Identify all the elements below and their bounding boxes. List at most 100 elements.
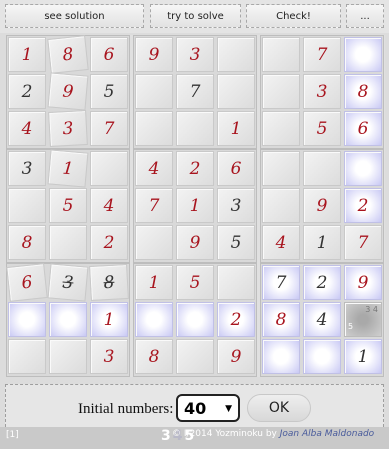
sudoku-cell[interactable]: 4 xyxy=(303,302,341,337)
sudoku-cell[interactable]: 7 xyxy=(135,188,173,223)
sudoku-cell[interactable] xyxy=(49,339,87,374)
sudoku-cell[interactable]: 9 xyxy=(344,265,382,300)
cell-value: 2 xyxy=(189,158,201,179)
sudoku-cell[interactable] xyxy=(262,111,300,146)
cell-candidates: 3 4 xyxy=(365,305,378,314)
sudoku-cell[interactable]: 1 xyxy=(8,37,46,72)
sudoku-cell[interactable] xyxy=(262,151,300,186)
sudoku-cell[interactable]: 4 xyxy=(262,225,300,260)
sudoku-cell[interactable]: 1 xyxy=(217,111,255,146)
sudoku-cell[interactable]: 2 xyxy=(303,265,341,300)
sudoku-cell[interactable] xyxy=(217,37,255,72)
sudoku-cell[interactable]: 2 xyxy=(8,74,46,109)
sudoku-cell[interactable]: 2 xyxy=(344,188,382,223)
sudoku-cell[interactable] xyxy=(176,302,214,337)
sudoku-cell[interactable]: 7 xyxy=(262,265,300,300)
sudoku-cell[interactable]: 5 xyxy=(303,111,341,146)
sudoku-cell[interactable] xyxy=(135,225,173,260)
initial-numbers-label: Initial numbers: xyxy=(78,401,174,417)
sudoku-cell[interactable] xyxy=(217,74,255,109)
sudoku-cell[interactable]: 1 xyxy=(47,149,89,188)
sudoku-cell[interactable]: 7 xyxy=(90,111,128,146)
sudoku-cell[interactable] xyxy=(90,151,128,186)
sudoku-cell[interactable] xyxy=(303,339,341,374)
sudoku-cell[interactable] xyxy=(8,188,46,223)
see-solution-button[interactable]: see solution xyxy=(5,4,144,28)
sudoku-cell[interactable]: 7 xyxy=(176,74,214,109)
sudoku-cell[interactable]: 3 xyxy=(90,339,128,374)
sudoku-cell[interactable]: 3 xyxy=(217,188,255,223)
sudoku-cell[interactable] xyxy=(303,151,341,186)
sudoku-cell[interactable]: 4 xyxy=(135,151,173,186)
ok-button[interactable]: OK xyxy=(247,394,311,422)
sudoku-cell[interactable] xyxy=(344,151,382,186)
sudoku-cell[interactable] xyxy=(176,339,214,374)
sudoku-cell[interactable]: 6 xyxy=(344,111,382,146)
sudoku-cell[interactable]: 3 xyxy=(48,110,88,147)
check-button[interactable]: Check! xyxy=(246,4,341,28)
sudoku-cell[interactable]: 3 xyxy=(303,74,341,109)
sudoku-cell[interactable]: 1 xyxy=(135,265,173,300)
sudoku-cell[interactable]: 1 xyxy=(303,225,341,260)
sudoku-cell[interactable]: 9 xyxy=(135,37,173,72)
sudoku-cell[interactable]: 9 xyxy=(303,188,341,223)
try-to-solve-button[interactable]: try to solve xyxy=(150,4,241,28)
sudoku-cell[interactable]: 5 xyxy=(49,188,87,223)
initial-numbers-select[interactable]: 40 ▼ xyxy=(176,394,240,422)
sudoku-cell[interactable] xyxy=(49,302,87,337)
cell-value: 1 xyxy=(61,158,75,179)
sudoku-cell[interactable]: 9 xyxy=(217,339,255,374)
toolbar: see solution try to solve Check! ... xyxy=(0,0,389,33)
sudoku-cell[interactable]: 1 xyxy=(344,339,382,374)
candidate-3[interactable]: 3 xyxy=(161,428,171,444)
sudoku-cell[interactable] xyxy=(262,339,300,374)
sudoku-cell[interactable]: 9 xyxy=(176,225,214,260)
sudoku-cell[interactable]: 8 xyxy=(135,339,173,374)
sudoku-cell[interactable] xyxy=(8,302,46,337)
author-link[interactable]: Joan Alba Maldonado xyxy=(280,429,374,439)
cell-value: 2 xyxy=(230,309,242,330)
sudoku-cell[interactable]: 6 xyxy=(217,151,255,186)
sudoku-cell[interactable] xyxy=(262,74,300,109)
cell-value: 5 xyxy=(189,272,201,293)
sudoku-cell[interactable]: 6 xyxy=(6,263,48,302)
sudoku-cell[interactable]: 7 xyxy=(344,225,382,260)
sudoku-cell[interactable]: 8 xyxy=(262,302,300,337)
sudoku-cell[interactable]: 5 xyxy=(217,225,255,260)
sudoku-cell[interactable] xyxy=(217,265,255,300)
sudoku-cell[interactable] xyxy=(135,111,173,146)
sudoku-cell[interactable] xyxy=(135,302,173,337)
sudoku-cell[interactable] xyxy=(262,37,300,72)
sudoku-cell[interactable] xyxy=(344,37,382,72)
sudoku-cell[interactable]: 7 xyxy=(303,37,341,72)
sudoku-cell[interactable]: 4 xyxy=(90,188,128,223)
sudoku-cell[interactable]: 3 4 5 xyxy=(344,302,382,337)
sudoku-cell[interactable] xyxy=(262,188,300,223)
sudoku-cell[interactable]: 8 xyxy=(344,74,382,109)
sudoku-cell[interactable]: 2 xyxy=(90,225,128,260)
sudoku-cell[interactable] xyxy=(176,111,214,146)
sudoku-cell[interactable]: 4 xyxy=(8,111,46,146)
sudoku-cell[interactable]: 3 xyxy=(47,263,89,302)
sudoku-cell[interactable]: 3 xyxy=(8,151,46,186)
sudoku-cell[interactable]: 1 xyxy=(90,302,128,337)
sudoku-cell[interactable]: 3 xyxy=(176,37,214,72)
sudoku-cell[interactable]: 2 xyxy=(176,151,214,186)
sudoku-cell[interactable]: 8 xyxy=(8,225,46,260)
sudoku-cell[interactable]: 6 xyxy=(90,37,128,72)
sudoku-cell[interactable]: 8 xyxy=(47,35,89,74)
sudoku-cell[interactable] xyxy=(135,74,173,109)
sudoku-cell[interactable] xyxy=(8,339,46,374)
sudoku-cell[interactable]: 1 xyxy=(176,188,214,223)
sudoku-cell[interactable] xyxy=(49,225,87,260)
sudoku-cell[interactable]: 8 xyxy=(89,264,129,301)
sudoku-cell[interactable]: 5 xyxy=(176,265,214,300)
sudoku-cell[interactable]: 9 xyxy=(47,72,89,111)
cell-value: 4 xyxy=(316,309,328,330)
sudoku-cell[interactable]: 5 xyxy=(90,74,128,109)
sudoku-cell[interactable]: 2 xyxy=(217,302,255,337)
more-button[interactable]: ... xyxy=(346,4,384,28)
cell-value: 5 xyxy=(103,81,115,102)
cell-value: 9 xyxy=(230,346,242,367)
cell-value: 7 xyxy=(357,232,369,253)
